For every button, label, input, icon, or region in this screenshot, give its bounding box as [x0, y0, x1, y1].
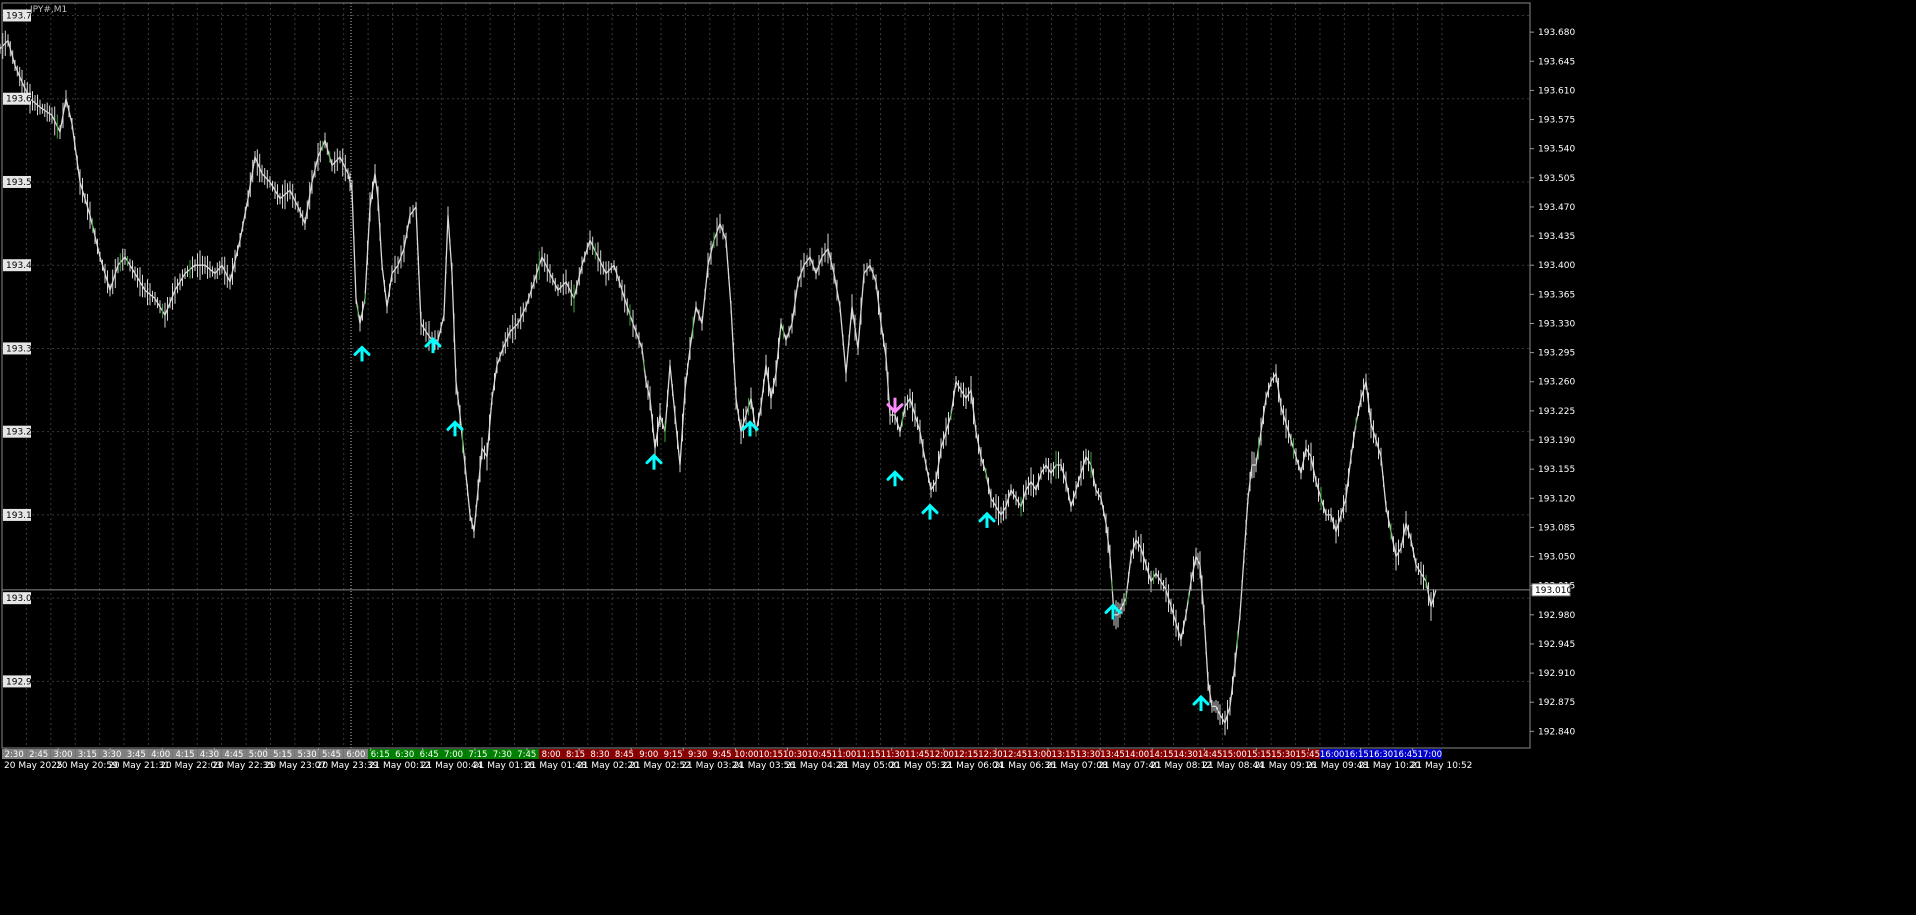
session-time-label: 4:00: [151, 750, 170, 760]
session-time-label: 15:45: [1296, 750, 1321, 760]
right-price-label: 192.910: [1538, 669, 1575, 679]
session-time-label: 13:15: [1051, 750, 1076, 760]
session-time-label: 7:45: [517, 750, 536, 760]
right-price-label: 193.295: [1538, 349, 1575, 359]
session-time-label: 7:15: [468, 750, 487, 760]
right-price-label: 193.645: [1538, 57, 1575, 67]
session-time-label: 7:30: [493, 750, 512, 760]
left-price-label: 193.6: [6, 95, 32, 105]
session-time-label: 16:15: [1344, 750, 1369, 760]
session-time-label: 15:00: [1222, 750, 1247, 760]
bottom-date-label: 20 May 2025: [4, 761, 63, 771]
right-price-label: 193.155: [1538, 465, 1575, 475]
session-time-label: 14:30: [1173, 750, 1198, 760]
session-time-label: 14:45: [1198, 750, 1223, 760]
session-time-label: 8:00: [542, 750, 561, 760]
session-time-label: 12:45: [1003, 750, 1028, 760]
right-price-label: 192.980: [1538, 611, 1575, 621]
session-time-label: 12:30: [978, 750, 1003, 760]
session-time-label: 13:00: [1027, 750, 1052, 760]
right-price-label: 192.840: [1538, 727, 1575, 737]
session-time-label: 10:45: [807, 750, 832, 760]
session-time-label: 5:00: [249, 750, 268, 760]
session-time-label: 4:30: [200, 750, 219, 760]
session-time-label: 2:30: [5, 750, 24, 760]
symbol-label: JPY#,M1: [29, 5, 67, 15]
right-price-label: 192.945: [1538, 640, 1575, 650]
left-price-label: 193.7: [6, 11, 32, 21]
session-time-label: 9:30: [688, 750, 707, 760]
right-price-label: 193.330: [1538, 319, 1575, 329]
right-price-label: 193.365: [1538, 290, 1575, 300]
session-time-label: 11:15: [856, 750, 881, 760]
price-chart[interactable]: 193.7 193.6 193.5 193.4 193.3 193.2 193.1 193.0…: [0, 0, 1916, 915]
session-time-label: 14:00: [1125, 750, 1150, 760]
session-time-label: 11:00: [832, 750, 857, 760]
session-time-label: 2:45: [29, 750, 48, 760]
right-price-label: 193.470: [1538, 203, 1575, 213]
session-time-label: 11:45: [905, 750, 930, 760]
session-time-label: 17:00: [1418, 750, 1443, 760]
session-time-label: 6:45: [420, 750, 439, 760]
right-price-label: 193.120: [1538, 494, 1575, 504]
chart-background: [0, 0, 1916, 915]
bottom-date-label: 21 May 10:52: [1411, 761, 1473, 771]
right-price-label: 193.680: [1538, 28, 1575, 38]
session-time-label: 9:15: [664, 750, 683, 760]
left-price-label: 193.0: [6, 594, 32, 604]
right-price-label: 193.260: [1538, 378, 1575, 388]
session-time-label: 9:45: [712, 750, 731, 760]
session-time-label: 6:00: [346, 750, 365, 760]
session-time-label: 10:15: [759, 750, 784, 760]
session-time-label: 8:30: [590, 750, 609, 760]
session-time-label: 12:00: [929, 750, 954, 760]
session-time-label: 11:30: [881, 750, 906, 760]
right-price-label: 193.610: [1538, 86, 1575, 96]
right-price-label: 193.540: [1538, 145, 1575, 155]
session-time-label: 9:00: [639, 750, 658, 760]
right-price-label: 193.190: [1538, 436, 1575, 446]
session-time-label: 16:45: [1393, 750, 1418, 760]
session-time-label: 8:15: [566, 750, 585, 760]
session-time-label: 7:00: [444, 750, 463, 760]
session-time-label: 13:45: [1100, 750, 1125, 760]
session-time-label: 13:30: [1076, 750, 1101, 760]
session-time-label: 15:30: [1271, 750, 1296, 760]
right-price-label: 193.050: [1538, 553, 1575, 563]
right-price-label: 192.875: [1538, 698, 1575, 708]
session-time-label: 10:30: [783, 750, 808, 760]
session-time-label: 3:30: [102, 750, 121, 760]
left-price-label: 193.4: [6, 261, 32, 271]
right-price-label: 193.575: [1538, 116, 1575, 126]
session-time-label: 16:00: [1320, 750, 1345, 760]
session-time-label: 16:30: [1369, 750, 1394, 760]
session-time-label: 4:15: [176, 750, 195, 760]
left-price-label: 193.5: [6, 178, 32, 188]
session-time-label: 8:45: [615, 750, 634, 760]
session-time-label: 6:15: [371, 750, 390, 760]
session-time-label: 5:15: [273, 750, 292, 760]
session-time-label: 12:15: [954, 750, 979, 760]
session-time-label: 15:15: [1247, 750, 1272, 760]
session-time-label: 14:15: [1149, 750, 1174, 760]
session-time-label: 5:30: [298, 750, 317, 760]
session-time-label: 3:00: [53, 750, 72, 760]
left-price-label: 193.1: [6, 511, 32, 521]
current-price-label: 193.010: [1535, 586, 1572, 596]
right-price-label: 193.085: [1538, 523, 1575, 533]
right-price-label: 193.505: [1538, 174, 1575, 184]
session-time-label: 6:30: [395, 750, 414, 760]
session-time-label: 4:45: [224, 750, 243, 760]
right-price-label: 193.400: [1538, 261, 1575, 271]
session-time-label: 3:15: [78, 750, 97, 760]
session-time-label: 10:00: [734, 750, 759, 760]
left-price-label: 192.9: [6, 677, 32, 687]
left-price-label: 193.2: [6, 428, 32, 438]
right-price-label: 193.225: [1538, 407, 1575, 417]
right-price-label: 193.435: [1538, 232, 1575, 242]
session-time-label: 5:45: [322, 750, 341, 760]
session-time-label: 3:45: [127, 750, 146, 760]
left-price-label: 193.3: [6, 344, 32, 354]
